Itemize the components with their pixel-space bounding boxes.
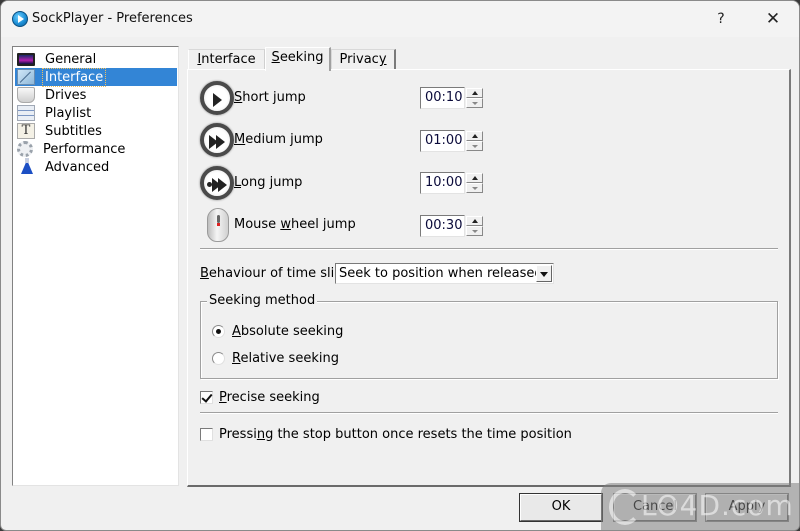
gear-icon: [17, 141, 33, 157]
separator: [200, 412, 778, 414]
drive-icon: [17, 87, 35, 103]
decrement-button[interactable]: [466, 98, 483, 108]
medium-jump-input[interactable]: 01:00: [420, 130, 465, 152]
increment-button[interactable]: [466, 173, 483, 183]
category-tree[interactable]: General Interface Drives Playlist T Subt…: [12, 46, 179, 486]
checkbox[interactable]: [200, 391, 213, 404]
radio-button[interactable]: [212, 352, 225, 365]
increment-button[interactable]: [466, 216, 483, 226]
decrement-button[interactable]: [466, 141, 483, 151]
subtitles-icon: T: [17, 123, 35, 139]
increment-button[interactable]: [466, 88, 483, 98]
mouse-icon: [207, 208, 229, 242]
skip-forward-icon: [200, 166, 234, 200]
checkbox[interactable]: [200, 428, 213, 441]
window-title: SockPlayer - Preferences: [32, 11, 193, 26]
sidebar-item-advanced[interactable]: Advanced: [15, 158, 177, 176]
tab-accel: S: [271, 50, 280, 65]
chevron-down-icon[interactable]: [536, 265, 552, 282]
medium-jump-label: Medium jump: [234, 132, 323, 147]
long-jump-label: Long jump: [234, 175, 303, 190]
sidebar-item-label: Playlist: [45, 105, 92, 121]
tab-privacy[interactable]: Privacy: [331, 49, 396, 70]
tab-interface[interactable]: Interface: [188, 49, 265, 70]
mouse-wheel-jump-input[interactable]: 00:30: [420, 215, 465, 237]
radio-label: Absolute seeking: [232, 324, 344, 339]
tab-label: nterface: [201, 52, 256, 67]
group-title: Seeking method: [207, 293, 318, 308]
seeking-panel: Short jump 00:10 Medium jump 01:00 Long …: [187, 69, 791, 487]
playlist-icon: [17, 105, 35, 121]
long-jump-stepper[interactable]: 10:00: [420, 172, 485, 194]
medium-jump-spin-buttons: [466, 131, 483, 151]
tab-label: eeking: [279, 50, 324, 65]
separator: [200, 248, 778, 250]
radio-label: Relative seeking: [232, 351, 339, 366]
precise-seeking-checkbox[interactable]: Precise seeking: [200, 390, 320, 405]
sidebar-item-performance[interactable]: Performance: [15, 140, 177, 158]
sidebar-item-label: Advanced: [45, 159, 110, 175]
medium-jump-stepper[interactable]: 01:00: [420, 130, 485, 152]
short-jump-label: Short jump: [234, 90, 306, 105]
absolute-seeking-radio[interactable]: Absolute seeking: [212, 324, 343, 339]
sidebar-item-drives[interactable]: Drives: [15, 86, 177, 104]
app-logo-icon: [12, 11, 28, 27]
sidebar-item-label: Performance: [43, 141, 126, 157]
radio-button[interactable]: [212, 325, 225, 338]
relative-seeking-radio[interactable]: Relative seeking: [212, 351, 339, 366]
sidebar-item-subtitles[interactable]: T Subtitles: [15, 122, 177, 140]
short-jump-stepper[interactable]: 00:10: [420, 87, 485, 109]
sidebar-item-label: Subtitles: [45, 123, 102, 139]
sidebar-item-interface[interactable]: Interface: [15, 67, 177, 87]
sidebar-item-label: General: [45, 51, 97, 67]
decrement-button[interactable]: [466, 226, 483, 236]
decrement-button[interactable]: [466, 183, 483, 193]
play-icon: [200, 81, 234, 115]
checkbox-label: Precise seeking: [219, 390, 320, 405]
close-button[interactable]: ✕: [753, 7, 793, 31]
sidebar-item-label: Interface: [41, 67, 107, 87]
stop-resets-position-checkbox[interactable]: Pressing the stop button once resets the…: [200, 427, 572, 442]
interface-icon: [17, 69, 35, 85]
help-button[interactable]: ?: [701, 7, 741, 31]
time-slider-behaviour-dropdown[interactable]: Seek to position when released: [335, 263, 554, 284]
mouse-wheel-jump-spin-buttons: [466, 216, 483, 236]
tab-accel: y: [378, 52, 387, 67]
short-jump-input[interactable]: 00:10: [420, 87, 465, 109]
long-jump-input[interactable]: 10:00: [420, 172, 465, 194]
title-bar: SockPlayer - Preferences ? ✕: [1, 1, 799, 37]
monitor-icon: [17, 52, 35, 66]
sidebar-item-general[interactable]: General: [15, 50, 177, 68]
tab-seeking[interactable]: Seeking: [265, 47, 331, 71]
sidebar-item-label: Drives: [45, 87, 87, 103]
long-jump-spin-buttons: [466, 173, 483, 193]
cancel-button[interactable]: Cancel: [614, 494, 696, 521]
mouse-wheel-jump-label: Mouse wheel jump: [234, 217, 356, 232]
apply-button[interactable]: Apply: [706, 494, 788, 521]
fast-forward-icon: [200, 123, 234, 157]
tab-label: Privac: [339, 52, 379, 67]
mouse-wheel-jump-stepper[interactable]: 00:30: [420, 215, 485, 237]
short-jump-spin-buttons: [466, 88, 483, 108]
increment-button[interactable]: [466, 131, 483, 141]
seeking-method-group: Seeking method Absolute seeking Relative…: [200, 293, 778, 379]
preferences-window: SockPlayer - Preferences ? ✕ General Int…: [0, 0, 800, 531]
checkbox-label: Pressing the stop button once resets the…: [219, 427, 572, 442]
dropdown-value: Seek to position when released: [339, 266, 543, 281]
ok-button[interactable]: OK: [520, 494, 602, 521]
sidebar-item-playlist[interactable]: Playlist: [15, 104, 177, 122]
